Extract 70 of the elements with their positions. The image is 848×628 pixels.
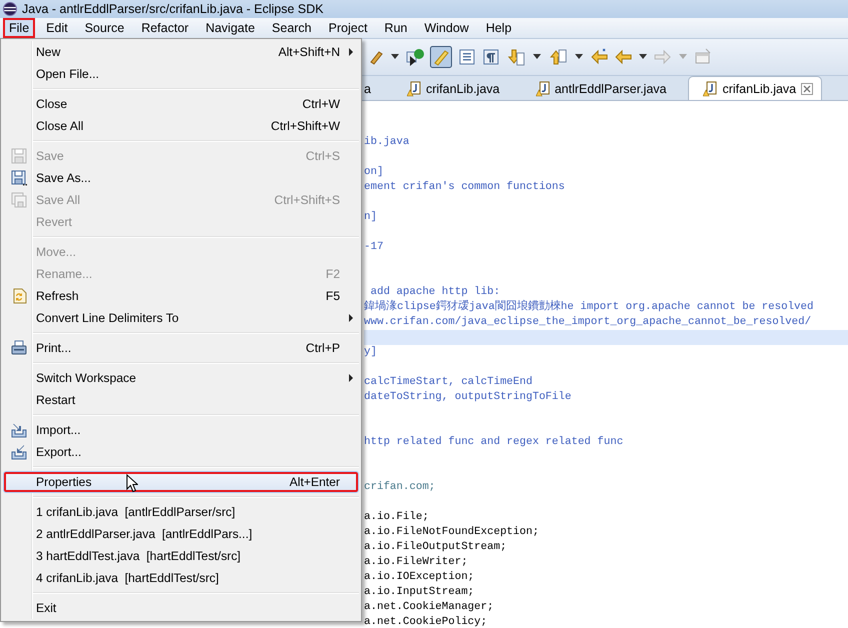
menu-item[interactable]: 3 hartEddlTest.java [hartEddlTest/src] <box>3 545 359 567</box>
run-icon[interactable] <box>406 48 424 66</box>
menu-item[interactable]: New Alt+Shift+N <box>3 41 359 63</box>
editor-tab[interactable]: a <box>362 78 393 100</box>
close-icon[interactable] <box>801 82 814 94</box>
code-line: on] <box>364 165 384 180</box>
menu-item[interactable]: 2 antlrEddlParser.java [antlrEddlPars...] <box>3 523 359 545</box>
export-icon <box>11 444 27 460</box>
code-line: a.io.IOException; <box>364 570 476 585</box>
menu-item[interactable]: Refresh F5 <box>3 285 359 307</box>
import-icon <box>11 422 27 438</box>
code-line: calcTimeStart, calcTimeEnd <box>364 375 534 390</box>
menu-item[interactable]: Export... <box>3 441 359 463</box>
menu-item[interactable]: Edit <box>40 18 74 38</box>
menu-item[interactable]: Properties Alt+Enter <box>3 471 359 493</box>
menu-item[interactable]: Project <box>322 18 374 38</box>
menu-item[interactable]: Search <box>266 18 318 38</box>
code-line: -17 <box>364 240 384 255</box>
code-line: dateToString, outputStringToFile <box>364 390 572 405</box>
editor-tab[interactable]: crifanLib.java <box>392 78 522 100</box>
code-line: a.io.File; <box>364 510 430 525</box>
code-line: ement crifan's common functions <box>364 180 566 195</box>
menu-item[interactable]: 4 crifanLib.java [hartEddlTest/src] <box>3 567 359 589</box>
code-line: a.io.FileNotFoundException; <box>364 525 540 540</box>
menu-item[interactable]: Open File... <box>3 63 359 85</box>
menu-item[interactable]: Source <box>78 18 130 38</box>
menu-item[interactable]: Close Ctrl+W <box>3 93 359 115</box>
paragraph-icon[interactable] <box>482 48 500 66</box>
menu-item[interactable]: Navigate <box>200 18 261 38</box>
code-line: crifan.com; <box>364 480 436 495</box>
editor-tab[interactable]: crifanLib.java <box>688 76 822 100</box>
down-arrow-icon[interactable] <box>506 48 526 66</box>
floppy-disks-icon <box>11 192 27 208</box>
menu-item[interactable]: 1 crifanLib.java [antlrEddlParser/src] <box>3 501 359 523</box>
up-arrow-icon[interactable] <box>548 48 568 66</box>
code-line: a.net.CookiePolicy; <box>364 615 488 628</box>
editor-tab[interactable]: antlrEddlParser.java <box>522 78 688 100</box>
left-arrow-icon[interactable] <box>590 48 608 66</box>
document-list-icon[interactable] <box>458 48 476 66</box>
window-title: Java - antlrEddlParser/src/crifanLib.java - Eclipse SDK <box>22 2 324 16</box>
menu-item[interactable]: Convert Line Delimiters To <box>3 307 359 329</box>
code-line: 鍏堝湪clipse鍔犲叆java閬囧埌鐨勯棶he import org.apache cannot be resolved <box>364 300 814 315</box>
menu-item[interactable]: Switch Workspace <box>3 367 359 389</box>
mouse-pointer-icon <box>126 474 138 493</box>
code-line: www.crifan.com/java_eclipse_the_import_org_apache_cannot_be_resolved/ <box>364 315 812 330</box>
highlighter-icon[interactable] <box>430 46 452 68</box>
printer-icon <box>11 340 27 356</box>
menu-item[interactable]: Window <box>418 18 475 38</box>
code-line: n] <box>364 210 378 225</box>
menu-item[interactable]: Exit <box>3 597 359 619</box>
code-line: ib.java <box>364 135 410 150</box>
code-line: add apache http lib: <box>369 285 502 300</box>
code-line: a.io.FileOutputStream; <box>364 540 508 555</box>
code-line: http related func and regex related func <box>364 435 624 450</box>
menu-item[interactable]: Import... <box>3 419 359 441</box>
code-line: a.io.FileWriter; <box>364 555 469 570</box>
menu-item[interactable]: Run <box>378 18 414 38</box>
code-line: a.io.InputStream; <box>364 585 476 600</box>
refresh-icon <box>11 288 27 304</box>
menu-item[interactable]: Restart <box>3 389 359 411</box>
code-line: y] <box>364 345 378 360</box>
menu-item[interactable]: Refactor <box>135 18 195 38</box>
eclipse-logo-icon <box>3 2 17 16</box>
menu-item[interactable]: Save As... <box>3 167 359 189</box>
menu-item[interactable]: File <box>3 18 36 38</box>
menu-item[interactable]: Print... Ctrl+P <box>3 337 359 359</box>
back-arrow-icon[interactable] <box>614 48 632 66</box>
menu-item[interactable]: Close All Ctrl+Shift+W <box>3 115 359 137</box>
menu-item[interactable]: Help <box>480 18 518 38</box>
code-line: a.net.CookieManager; <box>364 600 495 615</box>
